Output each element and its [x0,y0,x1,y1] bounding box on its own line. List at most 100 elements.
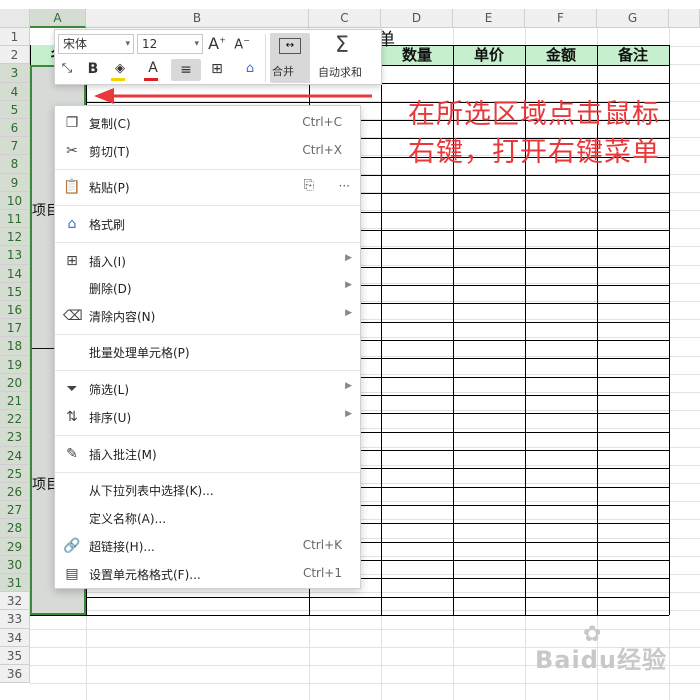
col-header-e[interactable]: E [453,9,525,28]
row-header[interactable]: 12 [0,228,30,247]
annotation-line-2: 右键，打开右键菜单 [408,137,660,168]
row-header[interactable]: 26 [0,483,30,502]
table-border-line [30,615,669,616]
merge-label: 合并 [272,65,294,78]
menu-item-comment[interactable]: ✎ 插入批注(M) [55,441,360,467]
row-header[interactable]: 16 [0,301,30,320]
col-header-b[interactable]: B [86,9,309,28]
menu-item-cell-format[interactable]: ▤ 设置单元格格式(F)... Ctrl+1 [55,561,360,587]
row-header[interactable]: 23 [0,428,30,447]
col-header-f[interactable]: F [525,9,597,28]
header-cell-note[interactable]: 备注 [597,45,669,65]
row-header[interactable]: 21 [0,392,30,411]
row-header[interactable]: 13 [0,246,30,265]
cut-icon: ✂ [66,143,78,159]
mini-toolbar: 宋体 ▾ 12 ▾ A+ A− ⤡ B ◈ A ≡ ⊞ ⌂ ↔ 合并 Σ 自动求和 [54,29,382,85]
menu-item-dropdown-pick[interactable]: 从下拉列表中选择(K)... [55,477,360,503]
increase-font-button[interactable]: A+ [207,34,227,53]
row-header[interactable]: 34 [0,628,30,647]
row-header[interactable]: 22 [0,410,30,429]
row-header[interactable]: 14 [0,264,30,283]
eraser-icon: ⌫ [63,308,83,324]
merge-button[interactable]: ↔ 合并 [270,33,310,83]
paw-icon: ✿ [583,622,602,647]
menu-item-delete[interactable]: 删除(D) ▶ [55,275,360,301]
row-header[interactable]: 31 [0,574,30,593]
bold-button[interactable]: B [85,61,101,77]
sort-icon: ⇅ [66,409,78,425]
submenu-arrow-icon: ▶ [345,409,352,419]
sigma-icon: Σ [335,33,349,58]
gridline [30,610,700,612]
font-name-select[interactable]: 宋体 ▾ [58,34,134,54]
decrease-font-button[interactable]: A− [232,36,252,52]
comment-icon: ✎ [66,446,78,462]
row-header[interactable]: 32 [0,592,30,611]
menu-item-cut[interactable]: ✂ 剪切(T) Ctrl+X [55,138,360,164]
row-header[interactable]: 9 [0,173,30,192]
row-header[interactable]: 2 [0,46,30,65]
clear-format-icon[interactable]: ⌂ [241,61,259,76]
row-header[interactable]: 30 [0,555,30,574]
header-cell-price[interactable]: 单价 [453,45,525,65]
row-header[interactable]: 35 [0,646,30,665]
row-header[interactable]: 7 [0,137,30,156]
row-header[interactable]: 18 [0,337,30,356]
row-header[interactable]: 36 [0,665,30,684]
menu-separator [55,169,360,170]
row-header[interactable]: 10 [0,191,30,210]
table-border-line [86,596,669,598]
menu-item-batch[interactable]: 批量处理单元格(P) [55,339,360,365]
filter-icon: ⏷ [66,381,78,397]
row-header[interactable]: 3 [0,64,30,83]
font-size-select[interactable]: 12 ▾ [137,34,203,54]
align-icon[interactable]: ≡ [171,59,201,81]
menu-item-copy[interactable]: ❐ 复制(C) Ctrl+C [55,110,360,136]
row-header[interactable]: 1 [0,28,30,47]
menu-item-sort[interactable]: ⇅ 排序(U) ▶ [55,404,360,430]
row-header[interactable]: 20 [0,373,30,392]
menu-separator [55,472,360,473]
autosum-button[interactable]: Σ 自动求和 [315,33,379,83]
row-header[interactable]: 19 [0,355,30,374]
row-header[interactable]: 15 [0,282,30,301]
row-header[interactable]: 6 [0,119,30,138]
select-all-corner[interactable] [0,9,30,28]
row-header[interactable]: 17 [0,319,30,338]
row-header[interactable]: 5 [0,100,30,119]
merge-icon: ↔ [279,38,301,54]
row-header[interactable]: 4 [0,82,30,101]
border-icon[interactable]: ⊞ [205,61,229,77]
submenu-arrow-icon: ▶ [345,280,352,290]
menu-item-hyperlink[interactable]: 🔗 超链接(H)... Ctrl+K [55,533,360,559]
row-header[interactable]: 25 [0,464,30,483]
menu-item-insert[interactable]: ⊞ 插入(I) ▶ [55,248,360,274]
paste-more-button[interactable]: ··· [339,179,350,193]
col-header-a[interactable]: A [30,9,86,28]
submenu-arrow-icon: ▶ [345,308,352,318]
header-cell-amount[interactable]: 金额 [525,45,597,65]
copy-icon: ❐ [65,115,79,131]
row-header[interactable]: 29 [0,537,30,556]
row-header[interactable]: 28 [0,519,30,538]
menu-separator [55,370,360,371]
menu-item-define-name[interactable]: 定义名称(A)... [55,505,360,531]
paste-special-icon[interactable]: ⎘ [304,178,314,193]
row-header[interactable]: 27 [0,501,30,520]
annotation-line-1: 在所选区域点击鼠标 [408,99,660,130]
row-header[interactable]: 11 [0,210,30,229]
row-header[interactable]: 8 [0,155,30,174]
col-header-g[interactable]: G [597,9,669,28]
col-header-c[interactable]: C [309,9,381,28]
menu-item-paste[interactable]: 📋 粘贴(P) ⎘ ··· [55,174,360,200]
wrap-icon[interactable]: ⤡ [58,61,76,76]
row-header[interactable]: 33 [0,610,30,629]
menu-separator [55,334,360,335]
menu-item-clear[interactable]: ⌫ 清除内容(N) ▶ [55,303,360,329]
row-header[interactable]: 24 [0,446,30,465]
autosum-label: 自动求和 [318,66,362,79]
menu-item-format-painter[interactable]: ⌂ 格式刷 [55,211,360,237]
menu-item-filter[interactable]: ⏷ 筛选(L) ▶ [55,376,360,402]
font-color-button[interactable]: A [141,60,165,81]
fill-color-icon[interactable]: ◈ [108,61,132,81]
